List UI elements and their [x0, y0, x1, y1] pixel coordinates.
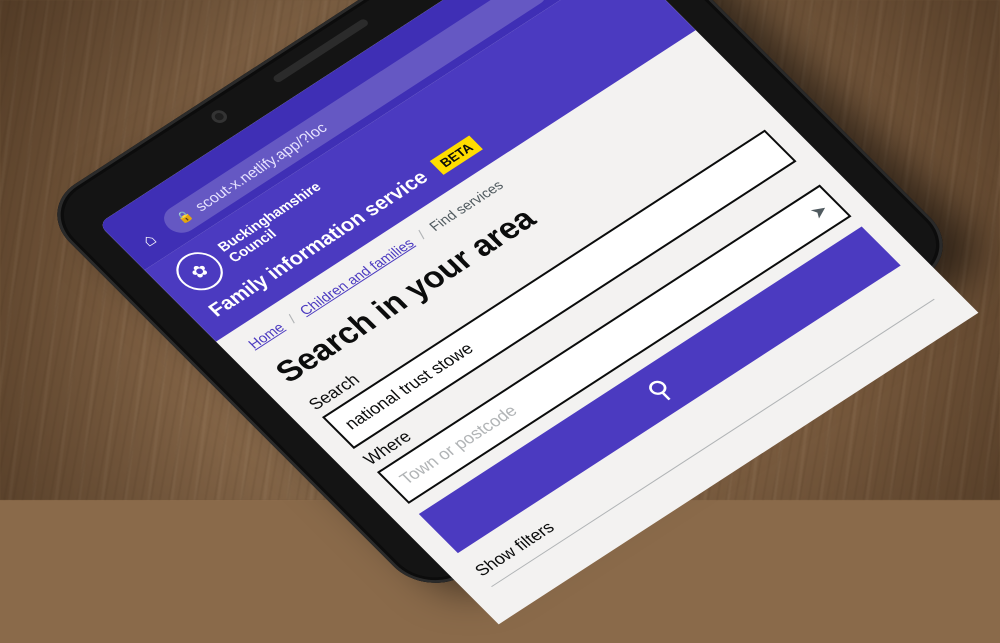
front-camera [208, 107, 231, 126]
search-icon: ⚲ [639, 372, 680, 407]
home-icon[interactable]: ⌂ [132, 226, 166, 254]
locate-me-icon[interactable]: ➤ [805, 199, 833, 222]
breadcrumb-separator: / [284, 311, 300, 326]
breadcrumb-home[interactable]: Home [245, 319, 288, 351]
lock-icon: 🔒 [173, 207, 196, 226]
council-logo-icon: ✿ [166, 244, 233, 298]
breadcrumb-separator: / [414, 227, 429, 242]
